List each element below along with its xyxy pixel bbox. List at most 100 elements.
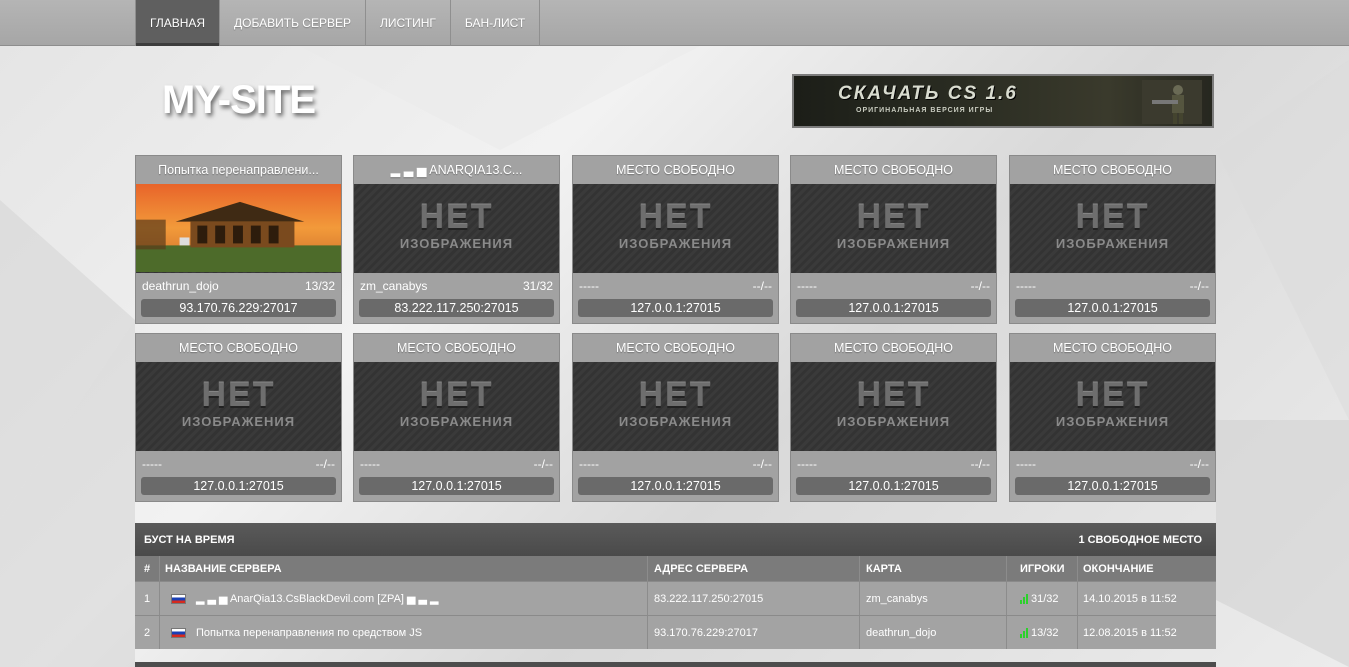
- signal-bars-icon: [1020, 627, 1028, 638]
- row-map: zm_canabys: [860, 582, 1007, 615]
- row-end-date: 14.10.2015 в 11:52: [1083, 592, 1177, 605]
- server-map: -----: [1016, 279, 1036, 293]
- server-map: -----: [142, 457, 162, 471]
- server-card[interactable]: МЕСТО СВОБОДНО НЕТ ИЗОБРАЖЕНИЯ ----- --/…: [135, 333, 342, 502]
- boost-column-headers: # НАЗВАНИЕ СЕРВЕРА АДРЕС СЕРВЕРА КАРТА И…: [135, 556, 1216, 581]
- map-preview-image: [136, 184, 341, 273]
- server-card[interactable]: ▂ ▃ ▅ ANARQIA13.C... НЕТ ИЗОБРАЖЕНИЯ zm_…: [353, 155, 560, 324]
- players-count: 13/32: [1031, 626, 1059, 639]
- no-image-text: НЕТ: [201, 376, 276, 414]
- server-map: -----: [579, 279, 599, 293]
- server-card[interactable]: МЕСТО СВОБОДНО НЕТ ИЗОБРАЖЕНИЯ ----- --/…: [572, 333, 779, 502]
- server-address[interactable]: 127.0.0.1:27015: [796, 299, 991, 317]
- server-address[interactable]: 127.0.0.1:27015: [578, 299, 773, 317]
- server-address[interactable]: 93.170.76.229:27017: [141, 299, 336, 317]
- row-players: 31/32: [1007, 582, 1078, 615]
- server-players: --/--: [970, 279, 990, 293]
- soldier-silhouette-icon: [1142, 80, 1202, 124]
- server-card[interactable]: МЕСТО СВОБОДНО НЕТ ИЗОБРАЖЕНИЯ ----- --/…: [1009, 333, 1216, 502]
- server-address[interactable]: 127.0.0.1:27015: [1015, 477, 1210, 495]
- download-cs-banner[interactable]: СКАЧАТЬ CS 1.6 ОРИГИНАЛЬНАЯ ВЕРСИЯ ИГРЫ: [792, 74, 1214, 128]
- no-image-subtext: ИЗОБРАЖЕНИЯ: [1055, 236, 1170, 251]
- russia-flag-icon: [171, 593, 186, 604]
- banner-title: СКАЧАТЬ CS 1.6: [838, 83, 1018, 104]
- row-server-address: 93.170.76.229:27017: [648, 616, 860, 649]
- server-card-info: ----- --/--: [1010, 451, 1215, 477]
- no-image-placeholder: НЕТ ИЗОБРАЖЕНИЯ: [354, 184, 559, 273]
- no-image-subtext: ИЗОБРАЖЕНИЯ: [181, 414, 296, 429]
- map-image: [136, 184, 341, 273]
- next-section-header: [135, 662, 1216, 667]
- no-image-subtext: ИЗОБРАЖЕНИЯ: [618, 414, 733, 429]
- boost-header: БУСТ НА ВРЕМЯ 1 СВОБОДНОЕ МЕСТО: [135, 523, 1216, 556]
- nav-home[interactable]: ГЛАВНАЯ: [135, 0, 221, 46]
- row-players: 13/32: [1007, 616, 1078, 649]
- server-players: --/--: [1189, 279, 1209, 293]
- nav-ban-list[interactable]: БАН-ЛИСТ: [451, 0, 541, 46]
- server-card[interactable]: Попытка перенаправлени... deathrun_dojo …: [135, 155, 342, 324]
- server-address[interactable]: 127.0.0.1:27015: [359, 477, 554, 495]
- server-card-title: Попытка перенаправлени...: [158, 163, 319, 177]
- col-server-address: АДРЕС СЕРВЕРА: [648, 556, 860, 581]
- no-image-text: НЕТ: [1075, 376, 1150, 414]
- server-card[interactable]: МЕСТО СВОБОДНО НЕТ ИЗОБРАЖЕНИЯ ----- --/…: [1009, 155, 1216, 324]
- server-address[interactable]: 127.0.0.1:27015: [578, 477, 773, 495]
- server-address[interactable]: 83.222.117.250:27015: [359, 299, 554, 317]
- server-card-title: МЕСТО СВОБОДНО: [1052, 341, 1173, 355]
- no-image-text: НЕТ: [1075, 198, 1150, 236]
- main-nav: ГЛАВНАЯ ДОБАВИТЬ СЕРВЕР ЛИСТИНГ БАН-ЛИСТ: [135, 0, 541, 46]
- server-card-title: МЕСТО СВОБОДНО: [1052, 163, 1173, 177]
- col-number: #: [135, 556, 160, 581]
- server-card[interactable]: МЕСТО СВОБОДНО НЕТ ИЗОБРАЖЕНИЯ ----- --/…: [353, 333, 560, 502]
- no-image-subtext: ИЗОБРАЖЕНИЯ: [836, 236, 951, 251]
- server-address[interactable]: 127.0.0.1:27015: [141, 477, 336, 495]
- col-end: ОКОНЧАНИЕ: [1083, 562, 1154, 575]
- players-count: 31/32: [1031, 592, 1059, 605]
- no-image-placeholder: НЕТ ИЗОБРАЖЕНИЯ: [1010, 362, 1215, 451]
- table-row[interactable]: 2 Попытка перенаправления по средством J…: [135, 615, 1216, 649]
- row-number: 1: [135, 582, 160, 615]
- boost-table: БУСТ НА ВРЕМЯ 1 СВОБОДНОЕ МЕСТО # НАЗВАН…: [135, 523, 1216, 649]
- table-row[interactable]: 1 ▂ ▃ ▅ AnarQia13.CsBlackDevil.com [ZPA]…: [135, 581, 1216, 615]
- server-players: --/--: [970, 457, 990, 471]
- boost-free-slots[interactable]: 1 СВОБОДНОЕ МЕСТО: [1078, 534, 1202, 546]
- server-card-info: zm_canabys 31/32: [354, 273, 559, 299]
- col-players: ИГРОКИ: [1007, 556, 1078, 581]
- no-image-text: НЕТ: [856, 376, 931, 414]
- server-name-text: ▂ ▃ ▅ AnarQia13.CsBlackDevil.com [ZPA] ▅…: [196, 593, 439, 605]
- server-address[interactable]: 127.0.0.1:27015: [796, 477, 991, 495]
- site-logo[interactable]: MY-SITE: [162, 78, 316, 123]
- top-navigation-bar: ГЛАВНАЯ ДОБАВИТЬ СЕРВЕР ЛИСТИНГ БАН-ЛИСТ: [0, 0, 1349, 46]
- row-server-name[interactable]: ▂ ▃ ▅ AnarQia13.CsBlackDevil.com [ZPA] ▅…: [160, 582, 648, 615]
- server-map: -----: [1016, 457, 1036, 471]
- row-server-address: 83.222.117.250:27015: [648, 582, 860, 615]
- server-map: zm_canabys: [360, 279, 428, 293]
- no-image-text: НЕТ: [638, 376, 713, 414]
- server-players: --/--: [752, 457, 772, 471]
- server-card-title: МЕСТО СВОБОДНО: [833, 341, 954, 355]
- no-image-subtext: ИЗОБРАЖЕНИЯ: [836, 414, 951, 429]
- row-server-name[interactable]: Попытка перенаправления по средством JS: [160, 616, 648, 649]
- server-map: -----: [797, 279, 817, 293]
- server-players: --/--: [752, 279, 772, 293]
- server-card-info: deathrun_dojo 13/32: [136, 273, 341, 299]
- server-players: --/--: [315, 457, 335, 471]
- server-map: -----: [360, 457, 380, 471]
- server-players: 31/32: [522, 279, 553, 293]
- server-address[interactable]: 127.0.0.1:27015: [1015, 299, 1210, 317]
- nav-add-server[interactable]: ДОБАВИТЬ СЕРВЕР: [220, 0, 366, 46]
- server-card-title: МЕСТО СВОБОДНО: [833, 163, 954, 177]
- server-players: --/--: [533, 457, 553, 471]
- server-card[interactable]: МЕСТО СВОБОДНО НЕТ ИЗОБРАЖЕНИЯ ----- --/…: [790, 333, 997, 502]
- server-card-info: ----- --/--: [573, 451, 778, 477]
- server-card[interactable]: МЕСТО СВОБОДНО НЕТ ИЗОБРАЖЕНИЯ ----- --/…: [572, 155, 779, 324]
- row-map: deathrun_dojo: [860, 616, 1007, 649]
- nav-listing[interactable]: ЛИСТИНГ: [366, 0, 451, 46]
- server-card[interactable]: МЕСТО СВОБОДНО НЕТ ИЗОБРАЖЕНИЯ ----- --/…: [790, 155, 997, 324]
- no-image-placeholder: НЕТ ИЗОБРАЖЕНИЯ: [573, 362, 778, 451]
- no-image-subtext: ИЗОБРАЖЕНИЯ: [399, 236, 514, 251]
- server-map: -----: [579, 457, 599, 471]
- server-map: deathrun_dojo: [142, 279, 219, 293]
- server-players: 13/32: [304, 279, 335, 293]
- server-card-title: МЕСТО СВОБОДНО: [178, 341, 299, 355]
